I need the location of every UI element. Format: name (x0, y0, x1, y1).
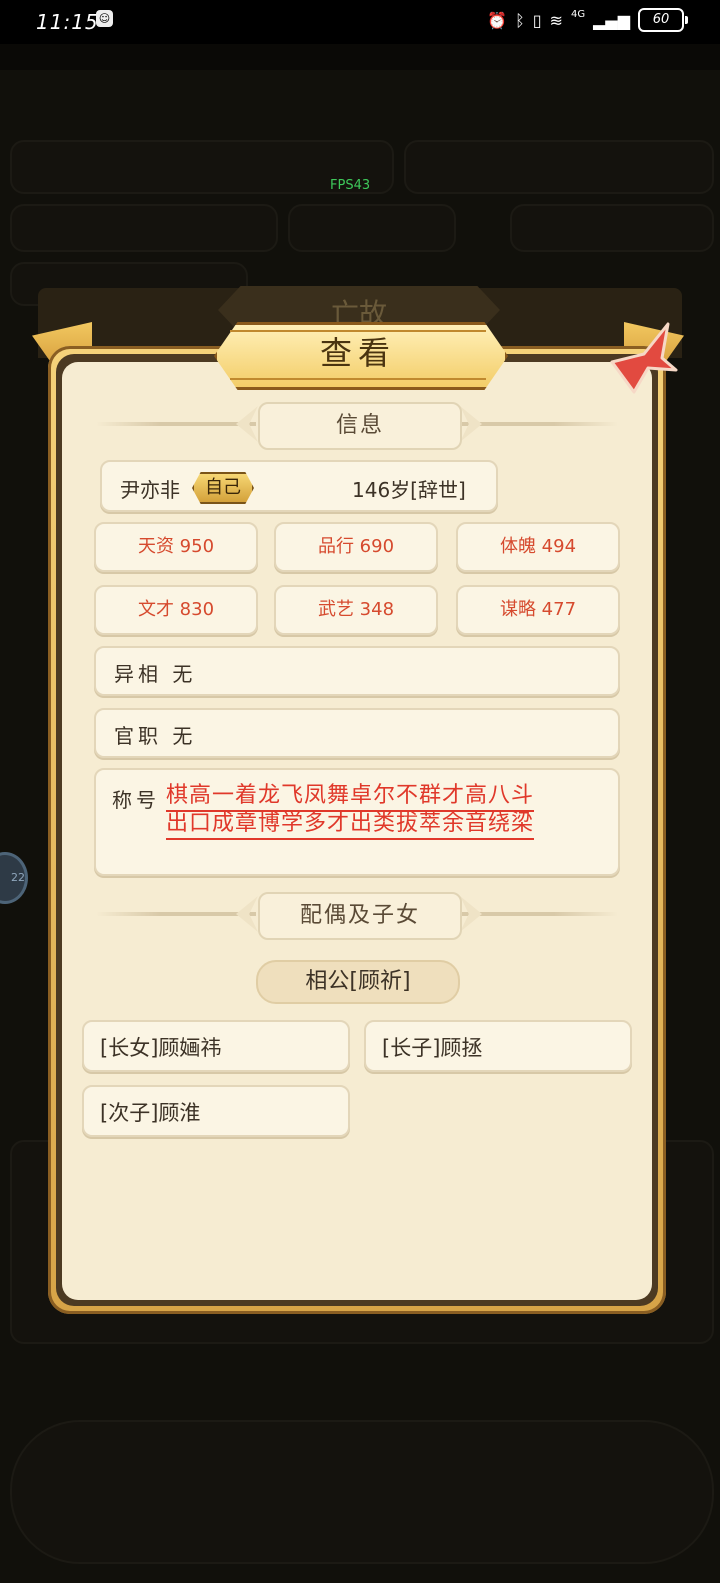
section-divider (96, 422, 256, 426)
network-type: 4G (570, 8, 586, 20)
self-badge: 自己 (192, 472, 254, 504)
stat-talent: 天资 950 (94, 522, 258, 572)
status-time: 11:15 (36, 10, 99, 34)
titles-line: 出口成章博学多才出类拔萃余音绕梁 (166, 810, 535, 840)
bg-ghost-bar (404, 140, 714, 194)
child-label: [次子]顾淮 (100, 1101, 201, 1125)
bg-ghost-bar (288, 204, 456, 252)
child-label: [长子]顾拯 (382, 1036, 483, 1060)
bg-ghost-bar (10, 204, 278, 252)
close-icon[interactable] (604, 318, 680, 394)
stat-physique: 体魄 494 (456, 522, 620, 572)
spouse-button[interactable]: 相公[顾祈] (256, 960, 460, 1004)
section-divider (96, 912, 256, 916)
character-age: 146岁[辞世] (352, 478, 466, 502)
signal-icon: ▂▄▆ (593, 10, 630, 30)
status-icons: ⏰ ᛒ ▯ ≋ 4G ▂▄▆ 60 (487, 6, 688, 34)
section-divider (458, 912, 618, 916)
stat-literature: 文才 830 (94, 585, 258, 635)
dialog-title: 查看 (319, 334, 396, 372)
fps-counter: FPS43 (330, 178, 371, 193)
wifi-icon: ≋ (549, 10, 563, 30)
bluetooth-icon: ᛒ (515, 10, 525, 30)
stat-morality: 品行 690 (274, 522, 438, 572)
child-label: [长女]顾婳祎 (100, 1036, 222, 1060)
status-bar: 11:15 ☺ ⏰ ᛒ ▯ ≋ 4G ▂▄▆ 60 (0, 0, 720, 44)
official-post-text: 官职 无 (114, 724, 197, 748)
titles-line: 棋高一着龙飞凤舞卓尔不群才高八斗 (166, 782, 535, 812)
bg-ghost-nav (10, 1420, 714, 1564)
family-section-title: 配偶及子女 (258, 892, 462, 940)
stat-strategy: 谋略 477 (456, 585, 620, 635)
notification-icon: ☺ (96, 10, 113, 27)
battery-icon: 60 (638, 8, 688, 32)
stat-martial: 武艺 348 (274, 585, 438, 635)
bg-ghost-bar (510, 204, 714, 252)
vibrate-icon: ▯ (532, 10, 542, 30)
appearance-text: 异相 无 (114, 662, 197, 686)
character-name: 尹亦非 (120, 478, 180, 502)
section-divider (458, 422, 618, 426)
info-section-title: 信息 (258, 402, 462, 450)
titles-label: 称号 (112, 788, 160, 812)
alarm-icon: ⏰ (487, 10, 508, 30)
